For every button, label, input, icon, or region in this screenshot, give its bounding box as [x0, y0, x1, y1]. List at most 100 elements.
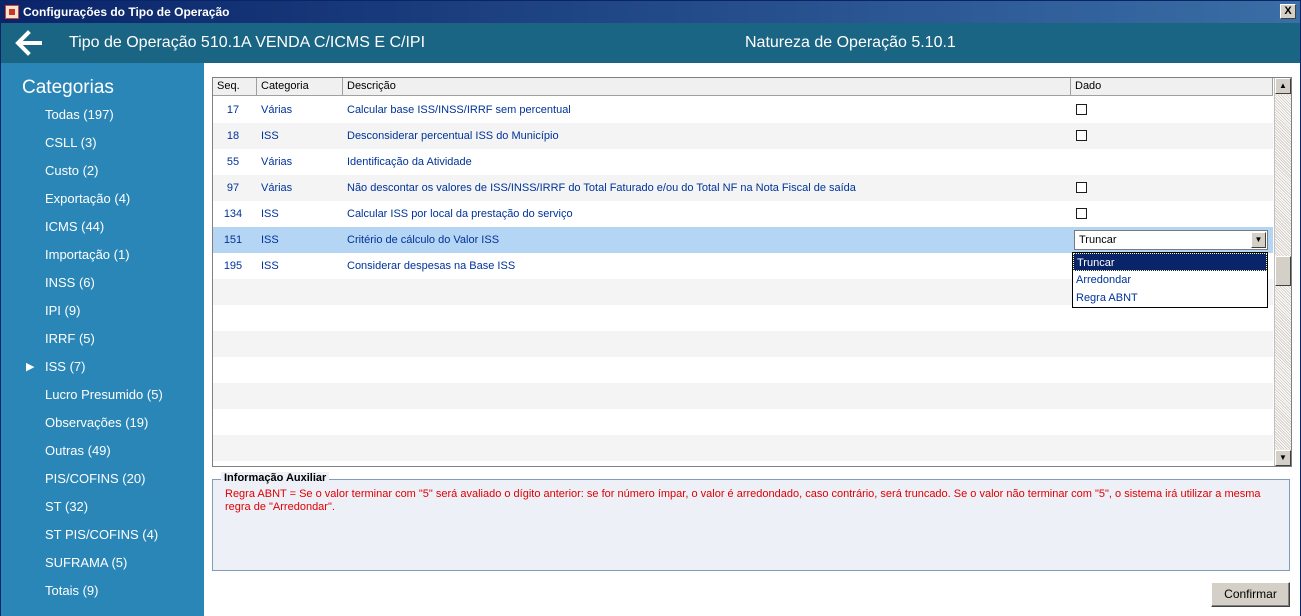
- sidebar-item[interactable]: SUFRAMA (5): [1, 549, 204, 577]
- cell-categoria: Várias: [261, 182, 293, 194]
- header-bar: Tipo de Operação 510.1A VENDA C/ICMS E C…: [1, 23, 1300, 63]
- cell-descricao: Calcular ISS por local da prestação do s…: [347, 208, 573, 220]
- sidebar-item-label: ICMS (44): [45, 219, 105, 234]
- sidebar-item[interactable]: ICMS (44): [1, 213, 204, 241]
- col-header-dado[interactable]: Dado: [1071, 78, 1273, 96]
- sidebar-item[interactable]: Totais (9): [1, 577, 204, 605]
- sidebar-item[interactable]: IRRF (5): [1, 325, 204, 353]
- cell-seq: 134: [223, 208, 243, 220]
- criterio-combobox[interactable]: Truncar ▼: [1074, 230, 1268, 250]
- sidebar-item-label: IPI (9): [45, 303, 81, 318]
- sidebar-item[interactable]: ▶ ISS (7): [1, 353, 204, 381]
- sidebar-item[interactable]: CSLL (3): [1, 129, 204, 157]
- sidebar-item[interactable]: Lucro Presumido (5): [1, 381, 204, 409]
- selected-arrow-icon: ▶: [26, 361, 35, 373]
- table-row[interactable]: 151 ISS Critério de cálculo do Valor ISS Tr…: [213, 227, 1273, 253]
- sidebar-item-label: Importação (1): [45, 247, 130, 262]
- criterio-dropdown-list[interactable]: Truncar Arredondar Regra ABNT: [1072, 252, 1268, 308]
- cell-categoria: Várias: [261, 104, 293, 116]
- cell-seq: 17: [226, 104, 240, 116]
- sidebar-item[interactable]: Observações (19): [1, 409, 204, 437]
- sidebar-item-label: Todas (197): [45, 107, 114, 122]
- categories-list: Todas (197) CSLL (3) Custo (2) Exportação (…: [1, 101, 204, 605]
- table-row[interactable]: 18 ISS Desconsiderar percentual ISS do Mun…: [213, 123, 1273, 149]
- config-window: Configurações do Tipo de Operação X Tipo…: [0, 0, 1301, 616]
- main-panel: Seq. Categoria Descrição Dado 17 Várias Ca…: [204, 63, 1300, 616]
- sidebar-item[interactable]: INSS (6): [1, 269, 204, 297]
- sidebar-item[interactable]: Todas (197): [1, 101, 204, 129]
- table-row[interactable]: [213, 305, 1273, 331]
- window-title: Configurações do Tipo de Operação: [23, 5, 230, 19]
- sidebar-item[interactable]: IPI (9): [1, 297, 204, 325]
- scroll-thumb[interactable]: [1275, 256, 1291, 286]
- app-icon: [5, 5, 19, 19]
- sidebar-item-label: Exportação (4): [45, 191, 131, 206]
- sidebar-item-label: Lucro Presumido (5): [45, 387, 163, 402]
- back-arrow-icon[interactable]: [15, 30, 45, 56]
- table-row[interactable]: 17 Várias Calcular base ISS/INSS/IRRF sem …: [213, 97, 1273, 123]
- cell-dado: [1071, 201, 1273, 227]
- grid-vertical-scrollbar[interactable]: ▲ ▼: [1274, 78, 1291, 466]
- table-row[interactable]: 97 Várias Não descontar os valores de ISS/…: [213, 175, 1273, 201]
- sidebar-item[interactable]: ST PIS/COFINS (4): [1, 521, 204, 549]
- table-row[interactable]: 55 Várias Identificação da Atividade: [213, 149, 1273, 175]
- col-header-descricao[interactable]: Descrição: [343, 78, 1071, 96]
- sidebar-item[interactable]: ST (32): [1, 493, 204, 521]
- cell-seq: 97: [226, 182, 240, 194]
- sidebar-item-label: Custo (2): [45, 163, 99, 178]
- table-row[interactable]: [213, 409, 1273, 435]
- scroll-up-button[interactable]: ▲: [1275, 78, 1291, 94]
- sidebar-item-label: SUFRAMA (5): [45, 555, 128, 570]
- sidebar-item[interactable]: Importação (1): [1, 241, 204, 269]
- table-row[interactable]: [213, 435, 1273, 461]
- scroll-down-button[interactable]: ▼: [1275, 450, 1291, 466]
- grid-header: Seq. Categoria Descrição Dado: [213, 78, 1273, 96]
- cell-categoria: ISS: [261, 208, 279, 220]
- cell-seq: 151: [223, 234, 243, 246]
- sidebar-item-label: IRRF (5): [45, 331, 95, 346]
- dado-checkbox[interactable]: [1076, 182, 1087, 193]
- dropdown-option[interactable]: Truncar: [1073, 253, 1267, 271]
- cell-descricao: Desconsiderar percentual ISS do Municípi…: [347, 130, 559, 142]
- confirm-button[interactable]: Confirmar: [1211, 582, 1290, 607]
- cell-descricao: Calcular base ISS/INSS/IRRF sem percentu…: [347, 104, 571, 116]
- dado-checkbox[interactable]: [1076, 130, 1087, 141]
- dropdown-option[interactable]: Arredondar: [1073, 271, 1267, 289]
- cell-dado: [1071, 123, 1273, 149]
- cell-descricao: Não descontar os valores de ISS/INSS/IRR…: [347, 182, 856, 194]
- sidebar-item-label: CSLL (3): [45, 135, 97, 150]
- cell-descricao: Considerar despesas na Base ISS: [347, 260, 516, 272]
- dado-checkbox[interactable]: [1076, 208, 1087, 219]
- cell-dado: Truncar ▼: [1071, 227, 1273, 253]
- cell-descricao: Critério de cálculo do Valor ISS: [347, 234, 500, 246]
- categories-sidebar: Categorias Todas (197) CSLL (3) Custo (2) E…: [1, 63, 204, 616]
- confirm-button-label: Confirmar: [1224, 587, 1277, 601]
- combobox-value: Truncar: [1079, 234, 1117, 246]
- table-row[interactable]: [213, 331, 1273, 357]
- sidebar-item[interactable]: Exportação (4): [1, 185, 204, 213]
- table-row[interactable]: [213, 357, 1273, 383]
- sidebar-item[interactable]: PIS/COFINS (20): [1, 465, 204, 493]
- auxiliary-info-title: Informação Auxiliar: [221, 472, 330, 484]
- close-button[interactable]: X: [1280, 4, 1296, 19]
- cell-seq: 55: [226, 156, 240, 168]
- table-row[interactable]: 134 ISS Calcular ISS por local da prestaçã…: [213, 201, 1273, 227]
- sidebar-item[interactable]: Outras (49): [1, 437, 204, 465]
- cell-seq: 195: [223, 260, 243, 272]
- col-header-seq[interactable]: Seq.: [213, 78, 257, 96]
- col-header-categoria[interactable]: Categoria: [257, 78, 343, 96]
- title-bar: Configurações do Tipo de Operação X: [1, 1, 1300, 23]
- categories-title: Categorias: [22, 77, 114, 98]
- sidebar-item[interactable]: Custo (2): [1, 157, 204, 185]
- cell-categoria: ISS: [261, 260, 279, 272]
- cell-dado: [1071, 175, 1273, 201]
- operation-title: Tipo de Operação 510.1A VENDA C/ICMS E C…: [69, 34, 426, 51]
- options-grid: Seq. Categoria Descrição Dado 17 Várias Ca…: [212, 77, 1292, 467]
- table-row[interactable]: [213, 383, 1273, 409]
- auxiliary-info-text: Regra ABNT = Se o valor terminar com "5"…: [225, 488, 1261, 513]
- dado-checkbox[interactable]: [1076, 104, 1087, 115]
- dropdown-option[interactable]: Regra ABNT: [1073, 289, 1267, 307]
- nature-title: Natureza de Operação 5.10.1: [745, 34, 956, 51]
- chevron-down-icon[interactable]: ▼: [1251, 232, 1266, 248]
- sidebar-item-label: Totais (9): [45, 583, 99, 598]
